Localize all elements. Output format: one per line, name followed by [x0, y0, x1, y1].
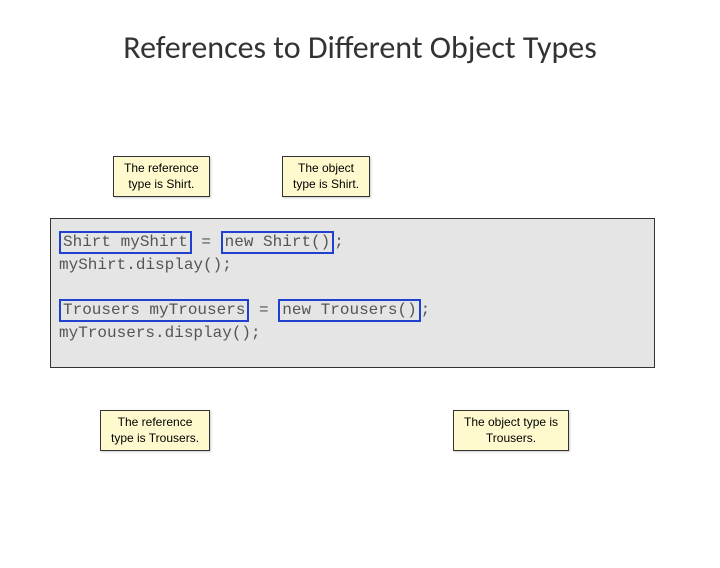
code-line-1: Shirt myShirt = new Shirt(); — [59, 231, 646, 254]
code-line-4: Trousers myTrousers = new Trousers(); — [59, 299, 646, 322]
highlight-obj-shirt: new Shirt() — [221, 231, 335, 254]
note-ref-shirt: The referencetype is Shirt. — [113, 156, 210, 197]
note-obj-shirt: The objecttype is Shirt. — [282, 156, 370, 197]
page-title: References to Different Object Types — [0, 28, 720, 67]
highlight-ref-shirt: Shirt myShirt — [59, 231, 192, 254]
highlight-ref-trousers: Trousers myTrousers — [59, 299, 249, 322]
code-line-5: myTrousers.display(); — [59, 322, 646, 344]
code-line-2: myShirt.display(); — [59, 254, 646, 276]
code-block: Shirt myShirt = new Shirt(); myShirt.dis… — [50, 218, 655, 368]
code-line-3 — [59, 277, 646, 299]
note-obj-trousers: The object type isTrousers. — [453, 410, 569, 451]
highlight-obj-trousers: new Trousers() — [278, 299, 420, 322]
note-ref-trousers: The referencetype is Trousers. — [100, 410, 210, 451]
